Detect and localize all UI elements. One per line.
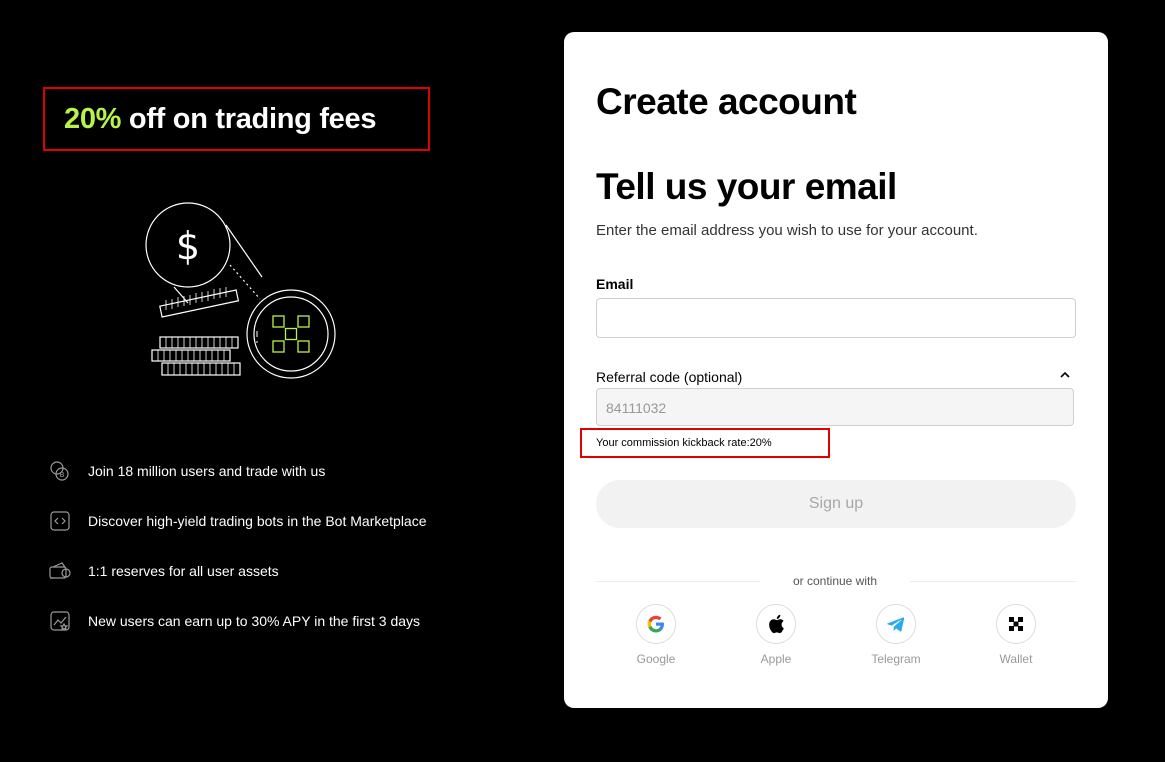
telegram-label: Telegram	[871, 652, 921, 666]
apple-login-button[interactable]: Apple	[736, 604, 816, 666]
promo-highlight: 20%	[64, 102, 122, 135]
features-list: B Join 18 million users and trade with u…	[48, 458, 468, 658]
feature-item: New users can earn up to 30% APY in the …	[48, 608, 468, 634]
feature-item: B Join 18 million users and trade with u…	[48, 458, 468, 484]
email-label: Email	[596, 276, 634, 292]
chevron-up-icon[interactable]	[1058, 368, 1072, 382]
wallet-login-button[interactable]: Wallet	[976, 604, 1056, 666]
svg-text:B: B	[60, 471, 65, 479]
kickback-text: Your commission kickback rate:20%	[596, 437, 772, 449]
apple-icon	[769, 614, 784, 634]
signup-card: Create account Tell us your email Enter …	[564, 32, 1108, 708]
feature-text: 1:1 reserves for all user assets	[88, 563, 279, 579]
users-coin-icon: B	[50, 461, 69, 481]
referral-label: Referral code (optional)	[596, 369, 743, 385]
apple-label: Apple	[760, 652, 792, 666]
wallet-reserves-icon	[49, 562, 71, 579]
feature-item: 1:1 reserves for all user assets	[48, 558, 468, 584]
signup-button[interactable]: Sign up	[596, 480, 1076, 528]
subtitle: Enter the email address you wish to use …	[596, 222, 978, 239]
google-login-button[interactable]: Google	[616, 604, 696, 666]
section-heading: Tell us your email	[596, 166, 897, 207]
google-label: Google	[636, 652, 676, 666]
feature-text: Discover high-yield trading bots in the …	[88, 513, 427, 529]
telegram-icon	[887, 617, 905, 632]
promo-text: off on trading fees	[121, 102, 377, 135]
wallet-icon	[1009, 617, 1023, 631]
email-field[interactable]	[596, 298, 1076, 338]
page-title: Create account	[596, 81, 857, 122]
code-file-icon	[50, 511, 70, 531]
or-continue-with: or continue with	[760, 574, 910, 588]
google-icon	[647, 615, 664, 633]
feature-item: Discover high-yield trading bots in the …	[48, 508, 468, 534]
wallet-label: Wallet	[999, 652, 1033, 666]
feature-text: New users can earn up to 30% APY in the …	[88, 613, 421, 629]
kickback-rate-notice: Your commission kickback rate:20%	[580, 428, 830, 458]
chart-star-icon	[50, 611, 70, 631]
telegram-login-button[interactable]: Telegram	[856, 604, 936, 666]
promo-banner: 20% off on trading fees	[43, 87, 430, 151]
referral-code-field[interactable]: 84111032	[596, 388, 1074, 426]
svg-text:$: $	[176, 224, 200, 268]
coins-illustration: $	[145, 202, 336, 379]
feature-text: Join 18 million users and trade with us	[88, 463, 326, 479]
